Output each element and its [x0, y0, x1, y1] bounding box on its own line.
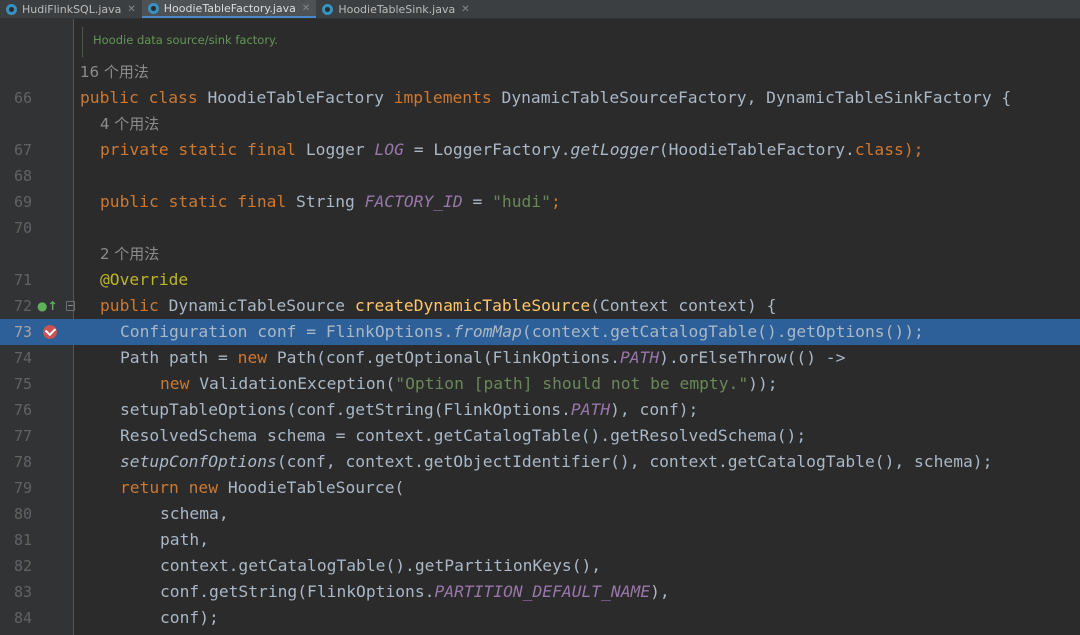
code-text: return new HoodieTableSource(: [120, 478, 405, 497]
code-line[interactable]: 75 new ValidationException("Option [path…: [0, 371, 1080, 397]
tab-label: HudiFlinkSQL.java: [22, 2, 122, 16]
usage-hint[interactable]: 2 个用法: [100, 241, 159, 267]
scala-object-icon: [6, 3, 17, 15]
line-number: 66: [13, 89, 32, 107]
code-text: new ValidationException("Option [path] s…: [160, 374, 778, 393]
code-line[interactable]: 68: [0, 163, 1080, 189]
line-number: 80: [13, 505, 32, 523]
code-line[interactable]: 83 conf.getString(FlinkOptions.PARTITION…: [0, 579, 1080, 605]
code-line[interactable]: 70: [0, 215, 1080, 241]
close-icon[interactable]: ✕: [302, 3, 310, 14]
line-number: 73: [13, 323, 32, 341]
java-class-icon: [322, 3, 334, 15]
code-text: Configuration conf = FlinkOptions.fromMa…: [120, 322, 924, 341]
tab-hudiflinksql[interactable]: HudiFlinkSQL.java ✕: [0, 0, 142, 18]
code-text: conf);: [160, 608, 219, 627]
code-text: public class HoodieTableFactory implemen…: [80, 88, 1012, 107]
tab-label: HoodieTableSink.java: [338, 2, 456, 16]
tab-hoodietablefactory[interactable]: HoodieTableFactory.java ✕: [141, 0, 317, 18]
code-line[interactable]: 81 path,: [0, 527, 1080, 553]
code-line[interactable]: 84 conf);: [0, 605, 1080, 631]
code-text: ResolvedSchema schema = context.getCatal…: [120, 426, 807, 445]
code-editor[interactable]: Hoodie data source/sink factory. 16 个用法 …: [0, 19, 1080, 635]
doc-comment: Hoodie data source/sink factory.: [82, 27, 1080, 57]
code-line[interactable]: 74 Path path = new Path(conf.getOptional…: [0, 345, 1080, 371]
line-number: 68: [13, 167, 32, 185]
code-text: setupTableOptions(conf.getString(FlinkOp…: [120, 400, 699, 419]
code-line[interactable]: 72 ●↑ public DynamicTableSource createDy…: [0, 293, 1080, 319]
code-text: path,: [160, 530, 210, 549]
line-number: 79: [13, 479, 32, 497]
breakpoint-icon[interactable]: [43, 325, 57, 339]
line-number: 81: [13, 531, 32, 549]
fold-icon[interactable]: [66, 301, 75, 311]
code-line-current[interactable]: 73 Configuration conf = FlinkOptions.fro…: [0, 319, 1080, 345]
code-text: public static final String FACTORY_ID = …: [100, 192, 561, 211]
code-line[interactable]: 69 public static final String FACTORY_ID…: [0, 189, 1080, 215]
close-icon[interactable]: ✕: [461, 4, 469, 15]
code-text: schema,: [160, 504, 229, 523]
usage-hint[interactable]: 4 个用法: [100, 111, 159, 137]
tab-hoodietablesink[interactable]: HoodieTableSink.java ✕: [316, 0, 475, 18]
code-line[interactable]: 66 public class HoodieTableFactory imple…: [0, 85, 1080, 111]
line-number: 77: [13, 427, 32, 445]
java-class-icon: [147, 2, 159, 14]
code-text: public DynamicTableSource createDynamicT…: [100, 296, 777, 315]
annotation-text: @Override: [100, 270, 189, 289]
line-number: 71: [13, 271, 32, 289]
editor-tab-bar: HudiFlinkSQL.java ✕ HoodieTableFactory.j…: [0, 0, 1080, 19]
code-line[interactable]: 82 context.getCatalogTable().getPartitio…: [0, 553, 1080, 579]
close-icon[interactable]: ✕: [127, 4, 135, 15]
code-line[interactable]: 77 ResolvedSchema schema = context.getCa…: [0, 423, 1080, 449]
code-line[interactable]: 80 schema,: [0, 501, 1080, 527]
line-number: 82: [13, 557, 32, 575]
line-number: 74: [13, 349, 32, 367]
code-text: conf.getString(FlinkOptions.PARTITION_DE…: [160, 582, 670, 601]
line-number: 69: [13, 193, 32, 211]
line-number: 75: [13, 375, 32, 393]
code-line[interactable]: 78 setupConfOptions(conf, context.getObj…: [0, 449, 1080, 475]
tab-label: HoodieTableFactory.java: [163, 1, 296, 15]
line-number: 83: [13, 583, 32, 601]
line-number: 78: [13, 453, 32, 471]
override-marker-icon[interactable]: ●↑: [37, 299, 58, 313]
code-text: Path path = new Path(conf.getOptional(Fl…: [120, 348, 846, 367]
code-text: private static final Logger LOG = Logger…: [100, 140, 924, 159]
line-number: 70: [13, 219, 32, 237]
line-number: 67: [13, 141, 32, 159]
line-number: 76: [13, 401, 32, 419]
code-text: setupConfOptions(conf, context.getObject…: [120, 452, 993, 471]
line-number: 72: [13, 297, 32, 315]
code-line[interactable]: 67 private static final Logger LOG = Log…: [0, 137, 1080, 163]
usage-hint[interactable]: 16 个用法: [80, 59, 149, 85]
line-number: 84: [13, 609, 32, 627]
code-line[interactable]: 71 @Override: [0, 267, 1080, 293]
code-text: context.getCatalogTable().getPartitionKe…: [160, 556, 602, 575]
code-line[interactable]: 79 return new HoodieTableSource(: [0, 475, 1080, 501]
code-line[interactable]: 76 setupTableOptions(conf.getString(Flin…: [0, 397, 1080, 423]
